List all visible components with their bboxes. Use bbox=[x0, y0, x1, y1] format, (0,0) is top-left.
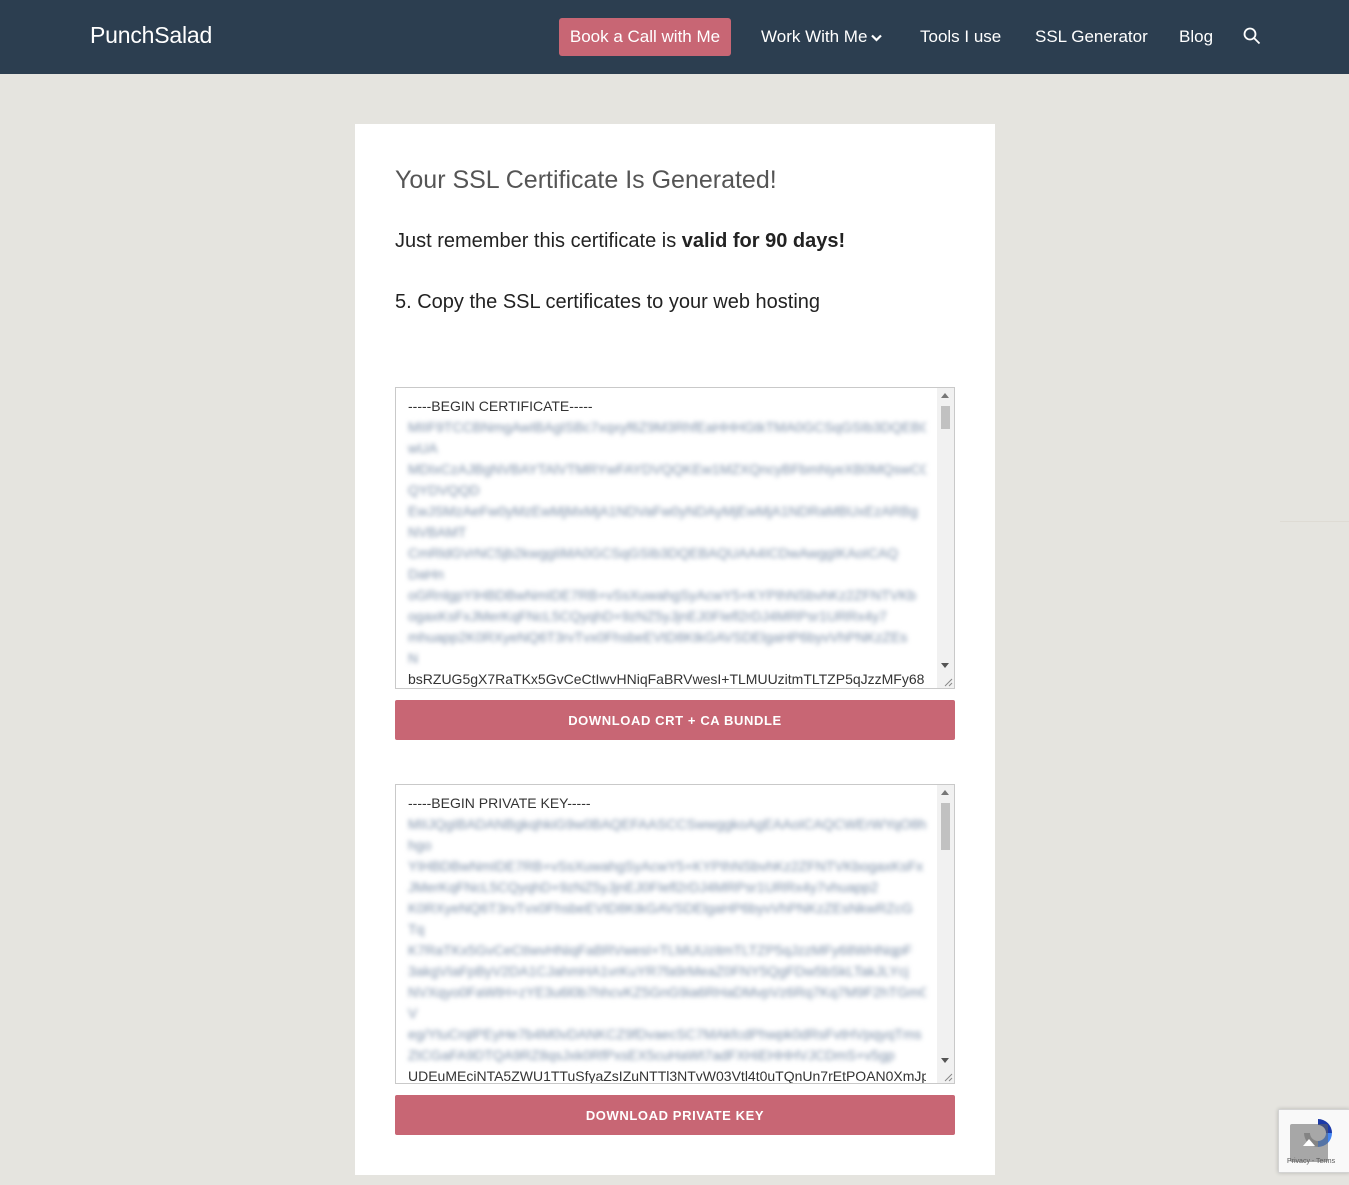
nav-blog[interactable]: Blog bbox=[1179, 18, 1213, 56]
private-key-textarea[interactable]: -----BEGIN PRIVATE KEY----- MIIJQgIBADAN… bbox=[395, 784, 955, 1084]
validity-prefix: Just remember this certificate is bbox=[395, 230, 682, 252]
download-private-key-button[interactable]: DOWNLOAD PRIVATE KEY bbox=[395, 1095, 955, 1135]
certificate-content: -----BEGIN CERTIFICATE----- MIIF9TCCBNmg… bbox=[408, 396, 926, 688]
nav-work-with-me[interactable]: Work With Me bbox=[761, 18, 883, 56]
divider bbox=[1280, 521, 1349, 522]
scroll-to-top-button[interactable] bbox=[1290, 1124, 1328, 1162]
site-logo[interactable]: PunchSalad bbox=[90, 22, 212, 49]
step-instruction: 5. Copy the SSL certificates to your web… bbox=[395, 291, 821, 313]
private-key-begin-line: -----BEGIN PRIVATE KEY----- bbox=[408, 795, 591, 811]
scroll-up-arrow-icon[interactable] bbox=[941, 393, 949, 398]
scroll-up-arrow-icon[interactable] bbox=[941, 790, 949, 795]
resize-handle-icon[interactable] bbox=[943, 677, 953, 687]
nav-tools[interactable]: Tools I use bbox=[920, 18, 1001, 56]
private-key-scrollbar[interactable] bbox=[937, 785, 954, 1083]
certificate-visible-line: bsRZUG5gX7RaTKx5GvCeCtIwvHNiqFaBRVwesI+T… bbox=[408, 671, 925, 687]
scroll-down-arrow-icon[interactable] bbox=[941, 663, 949, 668]
chevron-down-icon bbox=[871, 34, 883, 42]
download-crt-bundle-button[interactable]: DOWNLOAD CRT + CA BUNDLE bbox=[395, 700, 955, 740]
validity-duration: valid for 90 days! bbox=[681, 230, 846, 252]
scroll-down-arrow-icon[interactable] bbox=[941, 1058, 949, 1063]
ssl-result-card: Your SSL Certificate Is Generated! Just … bbox=[355, 124, 995, 1175]
private-key-content: -----BEGIN PRIVATE KEY----- MIIJQgIBADAN… bbox=[408, 793, 926, 1084]
top-nav-bar: PunchSalad Book a Call with Me Work With… bbox=[0, 0, 1349, 74]
chevron-up-icon bbox=[1303, 1139, 1315, 1146]
book-call-button[interactable]: Book a Call with Me bbox=[559, 18, 731, 56]
page-title: Your SSL Certificate Is Generated! bbox=[395, 166, 777, 194]
nav-ssl-generator[interactable]: SSL Generator bbox=[1035, 18, 1148, 56]
private-key-scroll-thumb[interactable] bbox=[941, 803, 950, 850]
private-key-visible-line: UDEuMEciNTA5ZWU1TTuSfyaZsIZuNTTl3NTvW03V… bbox=[408, 1068, 926, 1084]
search-icon[interactable] bbox=[1243, 27, 1261, 45]
resize-handle-icon[interactable] bbox=[943, 1072, 953, 1082]
certificate-scroll-thumb[interactable] bbox=[941, 406, 950, 429]
certificate-scrollbar[interactable] bbox=[937, 388, 954, 688]
certificate-textarea[interactable]: -----BEGIN CERTIFICATE----- MIIF9TCCBNmg… bbox=[395, 387, 955, 689]
validity-notice: Just remember this certificate is valid … bbox=[395, 230, 845, 253]
nav-work-with-me-label: Work With Me bbox=[761, 27, 868, 46]
certificate-begin-line: -----BEGIN CERTIFICATE----- bbox=[408, 398, 593, 414]
